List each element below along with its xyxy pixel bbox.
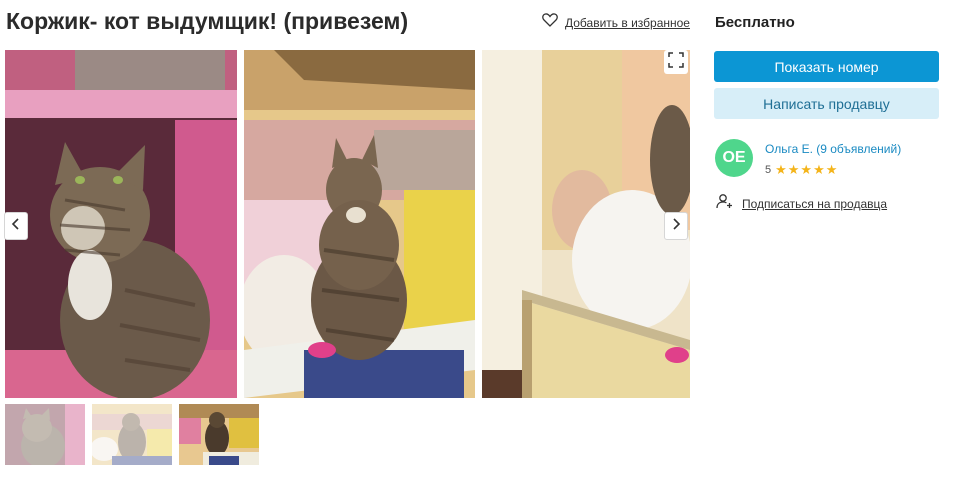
expand-icon xyxy=(668,51,684,73)
rating-value: 5 xyxy=(765,164,772,176)
price-label: Бесплатно xyxy=(715,14,795,31)
chevron-right-icon xyxy=(671,217,681,236)
chevron-left-icon xyxy=(11,217,21,236)
write-seller-button[interactable]: Написать продавцу xyxy=(714,88,939,119)
subscribe-label: Подписаться на продавца xyxy=(742,196,888,211)
thumbnail-strip xyxy=(5,404,259,465)
gallery-photo-1[interactable] xyxy=(5,50,237,398)
fullscreen-button[interactable] xyxy=(664,50,688,74)
gallery-photo-3[interactable] xyxy=(482,50,690,398)
gallery-next-button[interactable] xyxy=(664,212,688,240)
photo-gallery xyxy=(5,50,690,398)
avatar[interactable]: ОЕ xyxy=(715,139,753,177)
seller-rating: 5 ★★★★★ xyxy=(765,162,901,178)
rating-stars-icon: ★★★★★ xyxy=(775,162,839,177)
thumbnail-1[interactable] xyxy=(5,404,85,465)
gallery-prev-button[interactable] xyxy=(4,212,28,240)
thumbnail-3[interactable] xyxy=(179,404,259,465)
seller-info: Ольга Е. (9 объявлений) 5 ★★★★★ xyxy=(765,139,901,178)
favorites-label: Добавить в избранное xyxy=(565,15,690,30)
subscribe-to-seller[interactable]: Подписаться на продавца xyxy=(716,193,887,214)
seller-card: ОЕ Ольга Е. (9 объявлений) 5 ★★★★★ xyxy=(715,139,901,178)
thumbnail-2[interactable] xyxy=(92,404,172,465)
listing-title: Коржик- кот выдумщик! (привезем) xyxy=(6,8,409,34)
show-phone-button[interactable]: Показать номер xyxy=(714,51,939,82)
gallery-photo-2[interactable] xyxy=(244,50,475,398)
seller-name-link[interactable]: Ольга Е. (9 объявлений) xyxy=(765,142,901,156)
heart-icon xyxy=(542,13,558,32)
add-to-favorites[interactable]: Добавить в избранное xyxy=(542,13,690,32)
user-plus-icon xyxy=(716,193,734,214)
